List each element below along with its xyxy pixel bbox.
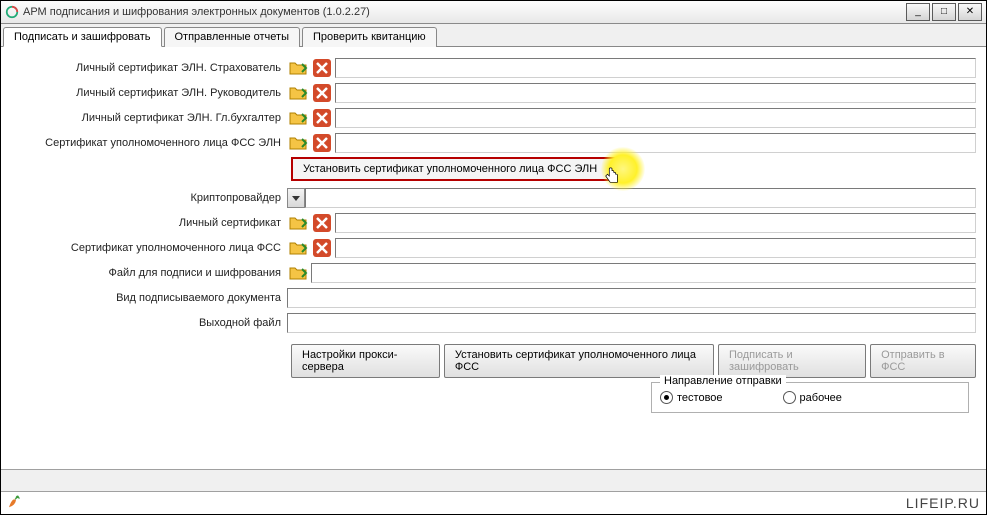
label-accountant-cert: Личный сертификат ЭЛН. Гл.бухгалтер xyxy=(11,112,287,124)
hand-cursor-icon xyxy=(603,167,621,188)
combo-crypto-provider-btn[interactable] xyxy=(287,188,305,208)
clear-fss-eln-cert[interactable] xyxy=(311,132,333,154)
radio-dot-test xyxy=(660,391,673,404)
input-doc-type[interactable] xyxy=(287,288,976,308)
input-fss-eln-cert[interactable] xyxy=(335,133,976,153)
bottom-bar: LIFEIP.RU xyxy=(1,491,986,514)
carrot-icon xyxy=(7,495,25,512)
sign-encrypt-button: Подписать и зашифровать xyxy=(718,344,866,378)
app-window: АРМ подписания и шифрования электронных … xyxy=(0,0,987,515)
tab-bar: Подписать и зашифровать Отправленные отч… xyxy=(1,24,986,47)
browse-fss-eln-cert[interactable] xyxy=(287,132,309,154)
label-personal-cert: Личный сертификат xyxy=(11,217,287,229)
browse-accountant-cert[interactable] xyxy=(287,107,309,129)
label-doc-type: Вид подписываемого документа xyxy=(11,292,287,304)
send-to-fss-button: Отправить в ФСС xyxy=(870,344,976,378)
input-accountant-cert[interactable] xyxy=(335,108,976,128)
watermark-text: LIFEIP.RU xyxy=(906,495,980,511)
window-title: АРМ подписания и шифрования электронных … xyxy=(23,6,906,18)
send-direction-title: Направление отправки xyxy=(660,375,786,387)
label-insurer-cert: Личный сертификат ЭЛН. Страхователь xyxy=(11,62,287,74)
status-bar xyxy=(1,469,986,492)
clear-fss-cert[interactable] xyxy=(311,237,333,259)
tab-check-receipt[interactable]: Проверить квитанцию xyxy=(302,27,437,47)
browse-leader-cert[interactable] xyxy=(287,82,309,104)
input-leader-cert[interactable] xyxy=(335,83,976,103)
label-leader-cert: Личный сертификат ЭЛН. Руководитель xyxy=(11,87,287,99)
input-insurer-cert[interactable] xyxy=(335,58,976,78)
tab-sign-encrypt[interactable]: Подписать и зашифровать xyxy=(3,27,162,47)
send-direction-group: Направление отправки тестовое рабочее xyxy=(651,382,969,413)
input-output-file[interactable] xyxy=(287,313,976,333)
radio-work-label: рабочее xyxy=(800,392,842,404)
label-file-to-sign: Файл для подписи и шифрования xyxy=(11,267,287,279)
radio-test[interactable]: тестовое xyxy=(660,391,723,404)
input-crypto-provider[interactable] xyxy=(305,188,976,208)
label-fss-eln-cert: Сертификат уполномоченного лица ФСС ЭЛН xyxy=(11,137,287,149)
label-crypto-provider: Криптопровайдер xyxy=(11,192,287,204)
browse-personal-cert[interactable] xyxy=(287,212,309,234)
browse-fss-cert[interactable] xyxy=(287,237,309,259)
app-icon xyxy=(5,5,19,19)
browse-insurer-cert[interactable] xyxy=(287,57,309,79)
input-fss-cert[interactable] xyxy=(335,238,976,258)
maximize-button[interactable]: □ xyxy=(932,3,956,21)
label-output-file: Выходной файл xyxy=(11,317,287,329)
label-fss-cert: Сертификат уполномоченного лица ФСС xyxy=(11,242,287,254)
radio-test-label: тестовое xyxy=(677,392,723,404)
input-personal-cert[interactable] xyxy=(335,213,976,233)
titlebar: АРМ подписания и шифрования электронных … xyxy=(1,1,986,24)
tab-sent-reports[interactable]: Отправленные отчеты xyxy=(164,27,301,47)
minimize-button[interactable]: _ xyxy=(906,3,930,21)
close-button[interactable]: ✕ xyxy=(958,3,982,21)
install-fss-eln-label: Установить сертификат уполномоченного ли… xyxy=(303,163,597,175)
clear-leader-cert[interactable] xyxy=(311,82,333,104)
install-fss-eln-cert-button[interactable]: Установить сертификат уполномоченного ли… xyxy=(291,157,629,181)
radio-dot-work xyxy=(783,391,796,404)
install-fss-cert-button[interactable]: Установить сертификат уполномоченного ли… xyxy=(444,344,714,378)
radio-work[interactable]: рабочее xyxy=(783,391,842,404)
clear-accountant-cert[interactable] xyxy=(311,107,333,129)
browse-file-to-sign[interactable] xyxy=(287,262,309,284)
proxy-settings-button[interactable]: Настройки прокси-сервера xyxy=(291,344,440,378)
combo-crypto-provider[interactable] xyxy=(287,188,976,208)
input-file-to-sign[interactable] xyxy=(311,263,976,283)
clear-insurer-cert[interactable] xyxy=(311,57,333,79)
clear-personal-cert[interactable] xyxy=(311,212,333,234)
tab-content: Личный сертификат ЭЛН. Страхователь Личн… xyxy=(1,47,986,413)
